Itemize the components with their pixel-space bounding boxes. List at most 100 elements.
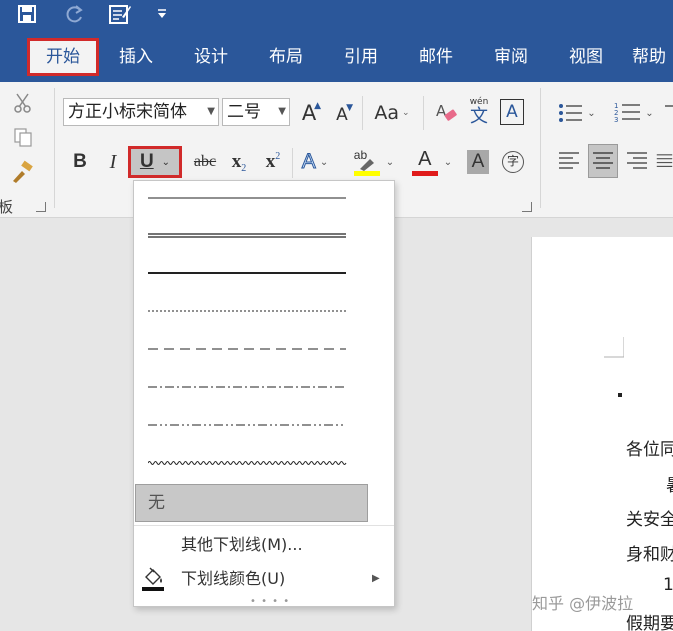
menu-separator bbox=[134, 525, 394, 526]
underline-option-dashed[interactable] bbox=[148, 331, 346, 367]
underline-option-thick[interactable] bbox=[148, 255, 346, 291]
shrink-font-button[interactable]: A ▼ bbox=[330, 100, 354, 130]
ribbon-tabs: 开始 插入 设计 布局 引用 邮件 审阅 视图 帮助 bbox=[0, 30, 673, 82]
underline-glyph: U bbox=[139, 151, 154, 172]
text-effects-button[interactable]: A ⌄ bbox=[298, 146, 332, 178]
copy-icon[interactable] bbox=[10, 124, 36, 150]
chevron-down-icon: ⌄ bbox=[319, 156, 329, 168]
resize-grip-icon[interactable]: • • • • bbox=[250, 596, 290, 607]
character-shading-button[interactable]: A bbox=[466, 146, 490, 178]
document-line: 各位同 bbox=[626, 440, 673, 460]
document-line: 关安全 bbox=[626, 510, 673, 530]
font-color-bar bbox=[411, 171, 438, 176]
text-effects-glyph: A bbox=[301, 150, 316, 174]
chevron-down-icon: ⌄ bbox=[587, 107, 596, 119]
svg-text:3: 3 bbox=[614, 116, 618, 124]
caret-down-icon: ▼ bbox=[346, 103, 353, 113]
tab-references[interactable]: 引用 bbox=[332, 38, 390, 76]
separator bbox=[292, 148, 293, 178]
multilevel-list-button[interactable] bbox=[663, 100, 673, 126]
save-icon[interactable] bbox=[14, 3, 40, 25]
font-launcher-icon[interactable] bbox=[522, 202, 532, 212]
subscript-glyph: x bbox=[231, 151, 242, 172]
numbering-button[interactable]: 123 ⌄ bbox=[610, 100, 658, 126]
phonetic-guide-button[interactable]: wén 文 bbox=[466, 94, 492, 130]
group-separator bbox=[540, 88, 541, 208]
chevron-down-icon: ▼ bbox=[207, 106, 215, 117]
underline-option-dash-dot-dot[interactable] bbox=[148, 407, 346, 443]
underline-color-item[interactable]: 下划线颜色(U) ▶ bbox=[134, 562, 394, 596]
font-name-value: 方正小标宋简体 bbox=[68, 102, 187, 122]
tab-help[interactable]: 帮助 bbox=[632, 38, 673, 76]
chevron-down-icon: ⌄ bbox=[443, 156, 453, 168]
bold-button[interactable]: B bbox=[66, 146, 94, 178]
superscript-button[interactable]: x2 bbox=[260, 146, 286, 178]
strikethrough-button[interactable]: abc bbox=[190, 146, 220, 178]
cut-icon[interactable] bbox=[10, 90, 36, 116]
underline-dropdown: 无 其他下划线(M)... 下划线颜色(U) ▶ • • • • bbox=[133, 180, 395, 607]
tab-insert[interactable]: 插入 bbox=[107, 38, 165, 76]
tab-layout[interactable]: 布局 bbox=[257, 38, 315, 76]
change-case-glyph: Aa bbox=[374, 102, 400, 124]
chevron-down-icon: ▼ bbox=[278, 106, 286, 117]
document-line: 1. bbox=[663, 575, 673, 595]
subscript-button[interactable]: x2 bbox=[226, 146, 252, 178]
subscript-mark: 2 bbox=[241, 162, 247, 174]
underline-option-single[interactable] bbox=[148, 181, 346, 217]
font-size-combo[interactable]: 二号 ▼ bbox=[222, 98, 290, 126]
separator bbox=[423, 96, 424, 130]
enclose-characters-button[interactable]: 字 bbox=[500, 146, 526, 178]
font-size-value: 二号 bbox=[227, 102, 261, 122]
document-line: 身和财 bbox=[626, 545, 673, 565]
phonetic-bottom-text: 文 bbox=[470, 106, 488, 127]
chevron-down-icon: ⌄ bbox=[161, 156, 171, 168]
underline-option-dotted[interactable] bbox=[148, 293, 346, 329]
underline-option-wave[interactable] bbox=[148, 445, 347, 481]
underline-option-none[interactable]: 无 bbox=[135, 484, 368, 522]
more-underlines-item[interactable]: 其他下划线(M)... bbox=[134, 528, 394, 562]
customize-icon[interactable] bbox=[152, 3, 172, 25]
enclose-glyph: 字 bbox=[502, 151, 524, 173]
chevron-right-icon: ▶ bbox=[372, 573, 380, 584]
format-painter-icon[interactable] bbox=[8, 158, 38, 186]
svg-text:A: A bbox=[436, 102, 447, 120]
tab-view[interactable]: 视图 bbox=[557, 38, 615, 76]
bullets-button[interactable]: ⌄ bbox=[555, 100, 599, 126]
tab-review[interactable]: 审阅 bbox=[482, 38, 540, 76]
redo-icon[interactable] bbox=[62, 3, 88, 25]
highlight-color-bar bbox=[353, 171, 380, 176]
grow-font-button[interactable]: A ▲ bbox=[296, 98, 322, 128]
margin-corner-mark bbox=[604, 337, 624, 358]
tab-mailings[interactable]: 邮件 bbox=[407, 38, 465, 76]
font-name-combo[interactable]: 方正小标宋简体 ▼ bbox=[63, 98, 219, 126]
highlight-icon: ab bbox=[353, 148, 380, 176]
font-color-button[interactable]: A ⌄ bbox=[408, 146, 456, 178]
clear-formatting-icon[interactable]: A bbox=[432, 98, 460, 128]
tab-home[interactable]: 开始 bbox=[27, 38, 99, 76]
underline-option-dash-dot[interactable] bbox=[148, 369, 346, 405]
highlight-button[interactable]: ab ⌄ bbox=[350, 146, 398, 178]
align-center-button[interactable] bbox=[588, 144, 618, 178]
font-color-icon: A bbox=[411, 148, 438, 176]
character-border-button[interactable]: A bbox=[500, 99, 524, 125]
underline-button[interactable]: U ⌄ bbox=[128, 146, 182, 178]
align-left-button[interactable] bbox=[556, 146, 582, 176]
chevron-down-icon: ⌄ bbox=[402, 108, 410, 118]
underline-option-double[interactable] bbox=[148, 217, 346, 253]
paint-bucket-icon bbox=[142, 566, 166, 591]
justify-button[interactable] bbox=[656, 146, 673, 176]
underline-color-label: 下划线颜色(U) bbox=[181, 569, 286, 588]
title-bar bbox=[0, 0, 673, 30]
italic-button[interactable]: I bbox=[100, 146, 126, 178]
chevron-down-icon: ⌄ bbox=[385, 156, 395, 168]
character-shading-glyph: A bbox=[467, 150, 489, 174]
change-case-button[interactable]: Aa ⌄ bbox=[370, 98, 414, 128]
align-right-button[interactable] bbox=[624, 146, 650, 176]
document-page[interactable]: 各位同 暑 关安全 身和财 1. 假期要 bbox=[531, 237, 673, 631]
superscript-mark: 2 bbox=[275, 150, 281, 162]
caret-up-icon: ▲ bbox=[314, 101, 321, 111]
clipboard-launcher-icon[interactable] bbox=[36, 202, 46, 212]
form-icon[interactable] bbox=[106, 3, 134, 25]
tab-design[interactable]: 设计 bbox=[182, 38, 240, 76]
group-separator bbox=[54, 88, 55, 208]
